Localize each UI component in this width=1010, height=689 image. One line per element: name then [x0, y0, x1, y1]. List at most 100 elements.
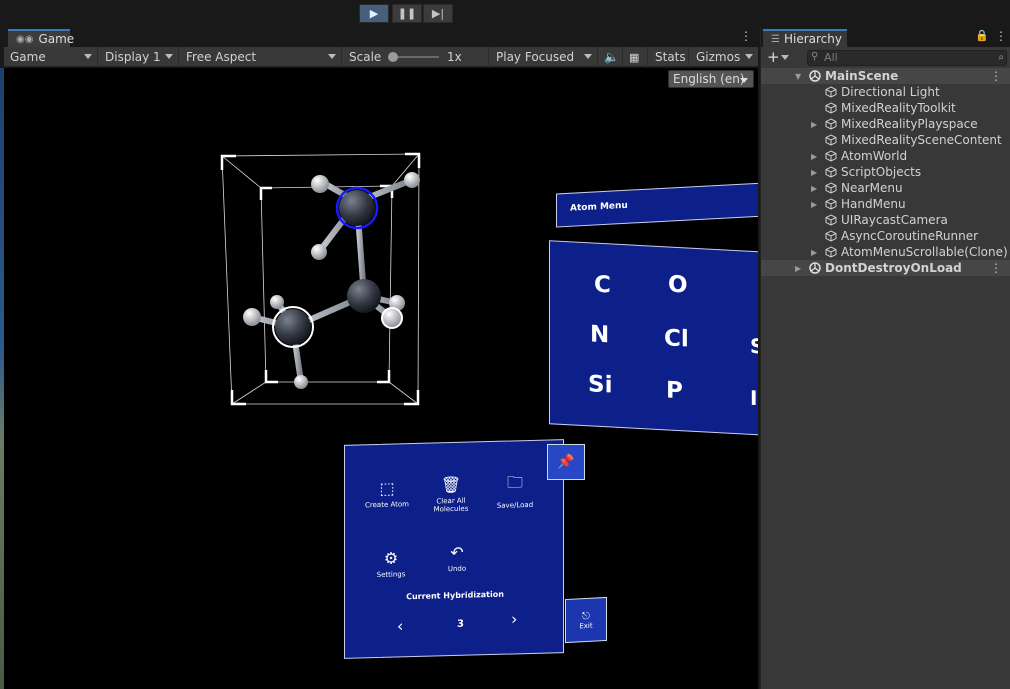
tab-game[interactable]: ◉◉ Game	[8, 29, 74, 47]
stats-button[interactable]: Stats	[649, 47, 689, 67]
undo-label: Undo	[447, 564, 467, 574]
hybridization-label: Current Hybridization	[406, 589, 504, 602]
tab-hierarchy[interactable]: ☰ Hierarchy	[763, 29, 847, 47]
hierarchy-item-label: MixedRealityToolkit	[841, 101, 956, 115]
pin-button[interactable]: 📌	[547, 444, 585, 480]
hierarchy-item[interactable]: ▶ HandMenu	[761, 196, 1010, 212]
gizmos-label: Gizmos	[696, 50, 741, 64]
hierarchy-menu-kebab-icon[interactable]: ⋮	[995, 29, 1007, 43]
expand-right-icon[interactable]: ▶	[811, 200, 817, 209]
game-viewport[interactable]: English (en) Atom Menu C O N Cl Si P S I…	[4, 68, 758, 689]
hydrogen-atoms[interactable]	[243, 172, 420, 389]
expand-down-icon[interactable]: ▼	[795, 72, 801, 81]
molecule-bounds-control[interactable]	[214, 150, 434, 412]
create-atom-label: Create Atom	[365, 500, 409, 510]
scene-row[interactable]: ▶ DontDestroyOnLoad ⋮	[761, 260, 1010, 276]
chevron-down-icon	[165, 54, 173, 59]
display-dropdown[interactable]: Display 1	[99, 47, 179, 67]
scale-slider-track[interactable]	[391, 56, 439, 58]
hierarchy-item-label: HandMenu	[841, 197, 906, 211]
element-button-o[interactable]: O	[668, 271, 688, 298]
create-atom-button[interactable]: ⬚ Create Atom	[361, 478, 413, 510]
hierarchy-item[interactable]: ▶ AtomMenuScrollable(Clone)	[761, 244, 1010, 260]
atom-menu-header: Atom Menu	[556, 182, 758, 228]
gizmos-dropdown[interactable]: Gizmos	[690, 47, 758, 67]
save-load-button[interactable]: 🗀 Save/Load	[489, 471, 541, 510]
play-icon: ▶	[369, 7, 379, 20]
clear-all-label: Clear All Molecules	[433, 496, 469, 514]
hybridization-value: 3	[457, 618, 464, 630]
play-mode-dropdown[interactable]: Play Focused	[490, 47, 598, 67]
scene-row[interactable]: ▼ MainScene ⋮	[761, 68, 1010, 84]
scene-menu-kebab-icon[interactable]: ⋮	[990, 69, 1002, 83]
scale-label: Scale	[349, 50, 382, 64]
display-dropdown-label: Display 1	[105, 50, 161, 64]
language-dropdown[interactable]: English (en)	[668, 70, 754, 88]
game-toolbar: Game Display 1 Free Aspect Scale 1x Play…	[4, 47, 758, 67]
exit-button[interactable]: ⎋ Exit	[565, 596, 607, 644]
molecule-bonds	[249, 177, 415, 385]
language-label: English (en)	[673, 72, 745, 86]
gear-icon: ⚙	[383, 548, 399, 568]
play-button[interactable]: ▶	[359, 4, 389, 23]
chevron-down-icon	[84, 54, 92, 59]
step-button[interactable]: ▶|	[423, 4, 453, 23]
lock-icon[interactable]: 🔒	[975, 29, 989, 42]
element-button-partial-2[interactable]: I	[750, 386, 757, 410]
expand-right-icon[interactable]: ▶	[811, 120, 817, 129]
view-dropdown[interactable]: Game	[4, 47, 98, 67]
expand-right-icon[interactable]: ▶	[811, 152, 817, 161]
hierarchy-item-label: MainScene	[825, 69, 899, 83]
element-button-si[interactable]: Si	[588, 371, 612, 398]
hierarchy-item[interactable]: ▶ AtomWorld	[761, 148, 1010, 164]
pause-button[interactable]: ❚❚	[392, 4, 422, 23]
hierarchy-item-label: DontDestroyOnLoad	[825, 261, 962, 275]
hierarchy-item[interactable]: Directional Light	[761, 84, 1010, 100]
hybridization-decrease-button[interactable]: ‹	[397, 616, 403, 635]
add-object-button[interactable]: +	[767, 48, 780, 66]
unity-scene-icon	[809, 262, 821, 274]
hybridization-increase-button[interactable]: ›	[511, 609, 517, 628]
gameobject-cube-icon	[825, 246, 837, 258]
scale-slider-handle[interactable]	[388, 52, 398, 62]
element-button-c[interactable]: C	[594, 272, 611, 299]
expand-right-icon[interactable]: ▶	[795, 264, 801, 273]
hierarchy-item[interactable]: AsyncCoroutineRunner	[761, 228, 1010, 244]
hierarchy-item[interactable]: UIRaycastCamera	[761, 212, 1010, 228]
aspect-dropdown[interactable]: Free Aspect	[180, 47, 342, 67]
chevron-down-icon[interactable]	[781, 55, 789, 60]
hierarchy-item[interactable]: ▶ NearMenu	[761, 180, 1010, 196]
expand-right-icon[interactable]: ▶	[811, 184, 817, 193]
element-button-partial[interactable]: S	[750, 334, 758, 359]
settings-button[interactable]: ⚙ Settings	[365, 548, 417, 579]
clear-all-molecules-button[interactable]: 🗑 Clear All Molecules	[425, 474, 477, 514]
hierarchy-item-label: UIRaycastCamera	[841, 213, 948, 227]
scene-menu-kebab-icon[interactable]: ⋮	[990, 261, 1002, 275]
expand-right-icon[interactable]: ▶	[811, 168, 817, 177]
element-button-p[interactable]: P	[666, 377, 683, 404]
gameobject-cube-icon	[825, 134, 837, 146]
hierarchy-toolbar: + ⚲ All ⌕	[761, 47, 1010, 69]
search-icon: ⚲	[811, 51, 819, 62]
hierarchy-search-input[interactable]: ⚲ All ⌕	[807, 50, 1007, 66]
hierarchy-item[interactable]: MixedRealityToolkit	[761, 100, 1010, 116]
hierarchy-item[interactable]: ▶ ScriptObjects	[761, 164, 1010, 180]
keyboard-shortcuts-button[interactable]: ▦	[624, 47, 648, 67]
gameobject-cube-icon	[825, 86, 837, 98]
mute-audio-button[interactable]: 🔈	[599, 47, 623, 67]
undo-button[interactable]: ↶ Undo	[431, 542, 483, 573]
hierarchy-item[interactable]: ▶ MixedRealityPlayspace	[761, 116, 1010, 132]
element-button-n[interactable]: N	[590, 321, 609, 348]
tab-game-label: Game	[38, 32, 75, 46]
game-menu-kebab-icon[interactable]: ⋮	[740, 29, 752, 43]
tab-hierarchy-label: Hierarchy	[783, 32, 842, 46]
chevron-left-icon: ‹	[397, 616, 404, 636]
step-icon: ▶|	[431, 7, 445, 20]
folder-icon: 🗀	[506, 472, 523, 492]
search-type-icon[interactable]: ⌕	[998, 51, 1004, 65]
hierarchy-panel: ☰ Hierarchy 🔒 ⋮ + ⚲ All ⌕ ▼ MainScene ⋮ Dir…	[760, 28, 1010, 689]
gameobject-cube-icon	[825, 102, 837, 114]
element-button-cl[interactable]: Cl	[664, 325, 689, 352]
hierarchy-item[interactable]: MixedRealitySceneContent	[761, 132, 1010, 148]
expand-right-icon[interactable]: ▶	[811, 248, 817, 257]
